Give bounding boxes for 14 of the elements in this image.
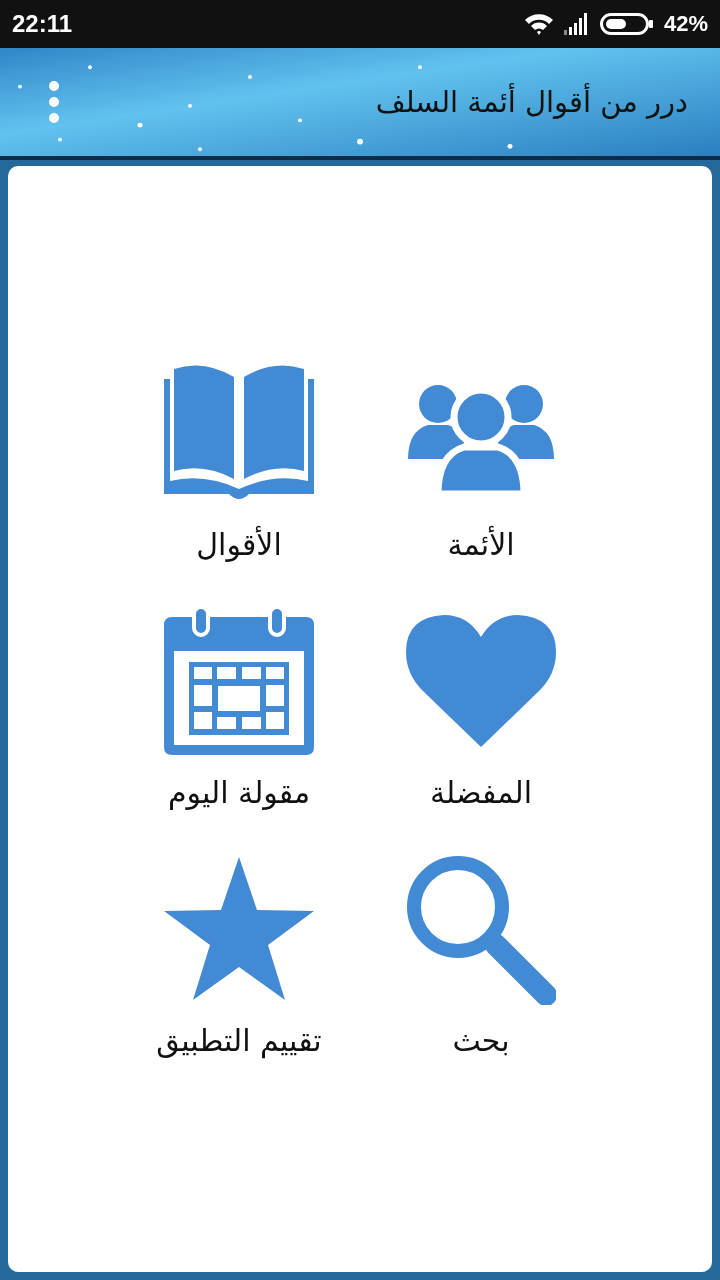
- menu-item[interactable]: الأئمة: [360, 359, 602, 567]
- battery-percentage: 42%: [663, 11, 708, 37]
- menu-item[interactable]: تقييم التطبيق: [118, 855, 360, 1063]
- battery-icon: [599, 12, 654, 36]
- menu-item[interactable]: المفضلة: [360, 607, 602, 815]
- menu-item[interactable]: بحث: [360, 855, 602, 1063]
- clock: 22:11: [12, 10, 73, 38]
- app-title: درر من أقوال أئمة السلف: [375, 85, 688, 119]
- menu-item[interactable]: الأقوال: [118, 359, 360, 567]
- menu-item[interactable]: مقولة اليوم: [118, 607, 360, 815]
- calendar-icon: [164, 607, 314, 757]
- signal-icon: [563, 13, 590, 35]
- wifi-icon: [523, 12, 554, 36]
- search-icon: [406, 855, 556, 1005]
